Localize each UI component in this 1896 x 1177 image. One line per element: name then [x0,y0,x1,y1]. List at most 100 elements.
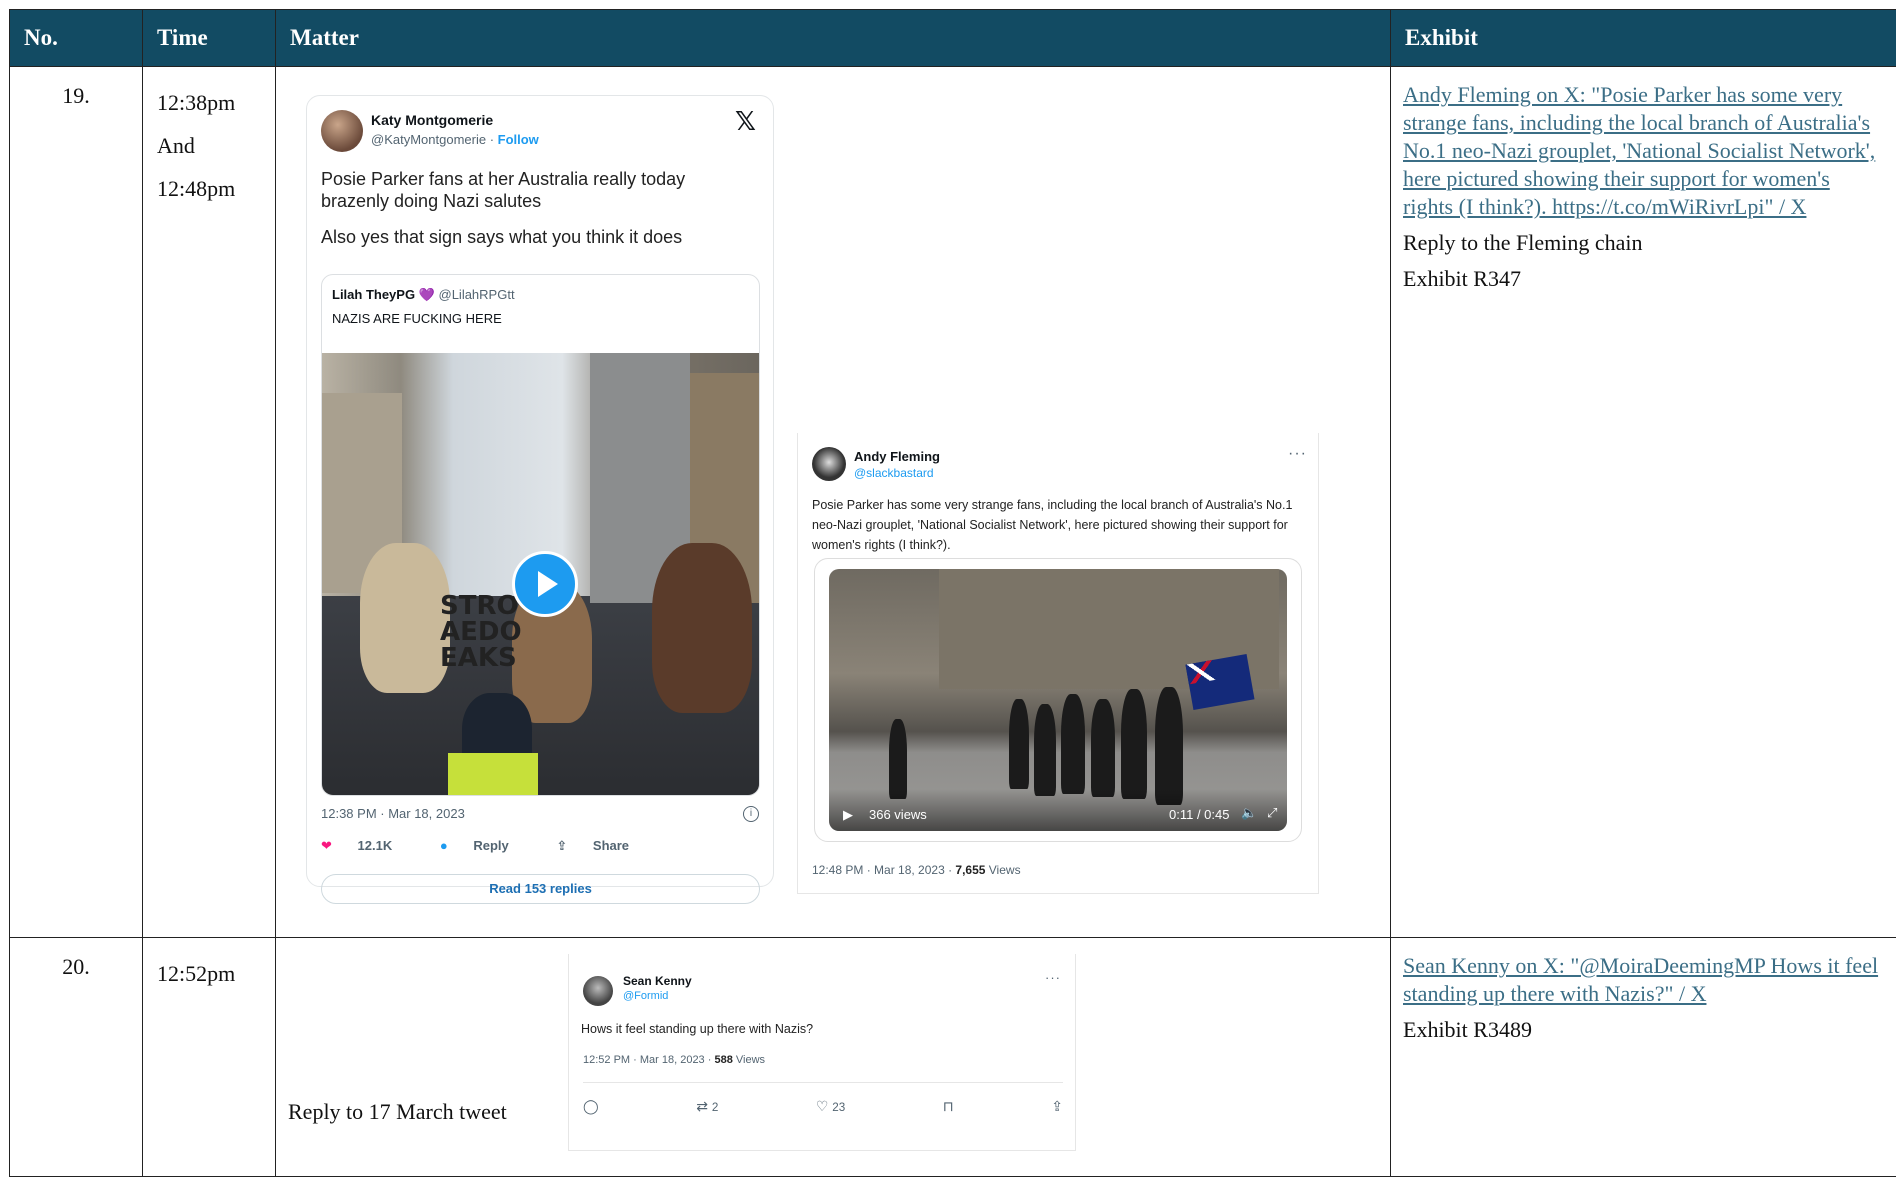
tweet-card-montgomerie: Katy Montgomerie @KatyMontgomerie · Foll… [306,95,774,887]
figure [1009,699,1029,789]
time-line: 12:48pm [157,167,261,210]
quoted-author-handle: @LilahRPGtt [439,287,515,302]
reply-label: Reply [473,838,508,853]
like-count: 23 [832,1101,845,1114]
tweet-author-name: Andy Fleming [854,449,940,464]
view-count: 7,655 [955,863,985,877]
exhibit-id: Exhibit R3489 [1403,1016,1884,1044]
like-count: 12.1K [358,838,393,853]
tweet-card-fleming: Andy Fleming @slackbastard ··· Posie Par… [797,433,1319,894]
divider [583,1082,1063,1083]
avatar [812,447,846,481]
figure [1091,699,1115,797]
row-exhibit: Andy Fleming on X: "Posie Parker has som… [1391,67,1896,938]
time-line: And [157,124,261,167]
header-exhibit: Exhibit [1391,10,1896,67]
header-no: No. [10,10,143,67]
table-row: 20. 12:52pm Reply to 17 March tweet Sean… [10,938,1896,1177]
header-time: Time [143,10,276,67]
figure [889,719,907,799]
bookmark-icon[interactable]: ⊓ [943,1098,954,1115]
tweet-author-name: Sean Kenny [623,974,692,988]
time-line: 12:38pm [157,81,261,124]
quoted-author: Lilah TheyPG 💜 @LilahRPGtt [332,287,515,303]
retweet-icon: ⇄ [696,1098,708,1114]
exhibit-id: Exhibit R347 [1403,265,1884,293]
protest-sign: STRO AEDO EAKS [440,593,522,671]
tweet-actions: ❤ 12.1K ● Reply ⇪ Share [321,838,673,854]
figure [1034,704,1056,796]
row-matter: Katy Montgomerie @KatyMontgomerie · Foll… [276,67,1391,938]
like-action[interactable]: ❤ 12.1K [321,838,414,853]
tweet-author-handle: @slackbastard [854,466,934,480]
reply-action[interactable]: ● Reply [440,838,531,853]
follow-link[interactable]: Follow [498,132,539,147]
hi-vis-vest [448,753,538,795]
tweet-timestamp-line: 12:52 PM · Mar 18, 2023 · 588 Views [583,1054,765,1066]
more-dots-icon[interactable]: ··· [1045,970,1061,985]
video-time: 0:11 / 0:45 [1169,807,1229,822]
info-icon[interactable]: i [743,806,759,822]
tweet-actions: ◯ ⇄ 2 ♡ 23 ⊓ ⇪ [583,1098,1063,1115]
retweet-action[interactable]: ⇄ 2 [696,1098,718,1115]
share-icon[interactable]: ⇪ [1051,1098,1063,1115]
australian-flag [1185,654,1254,710]
tweet-author-handle-line: @KatyMontgomerie · Follow [371,132,539,147]
reply-bubble-icon[interactable]: ◯ [583,1098,599,1115]
video-views: 366 views [869,807,927,822]
row-time: 12:52pm [143,938,276,1177]
video-controls: ▶ 366 views 0:11 / 0:45 🔈 ⤢ [829,789,1287,831]
quoted-text: NAZIS ARE FUCKING HERE [332,311,502,326]
exhibit-link[interactable]: Andy Fleming on X: "Posie Parker has som… [1403,81,1884,221]
tweet-author-name: Katy Montgomerie [371,112,493,128]
row-number: 19. [10,67,143,938]
tweet-text-line: Also yes that sign says what you think i… [321,226,682,249]
figure [1155,687,1183,805]
heart-icon: ❤ [321,838,332,853]
video-frame: ▶ 366 views 0:11 / 0:45 🔈 ⤢ [829,569,1287,831]
play-icon[interactable]: ▶ [843,807,853,823]
x-logo-icon[interactable]: 𝕏 [735,106,756,137]
table-row: 19. 12:38pm And 12:48pm Katy Montgomerie… [10,67,1896,938]
row-time: 12:38pm And 12:48pm [143,67,276,938]
tweet-timestamp: 12:48 PM · Mar 18, 2023 · [812,863,955,877]
heart-icon: ♡ [816,1098,829,1114]
like-action[interactable]: ♡ 23 [816,1098,845,1115]
horse [652,543,752,713]
tweet-timestamp: 12:52 PM · Mar 18, 2023 · [583,1054,714,1066]
row-matter: Reply to 17 March tweet Sean Kenny @Form… [276,938,1391,1177]
fullscreen-icon[interactable]: ⤢ [1267,805,1277,821]
quoted-author-name: Lilah TheyPG 💜 [332,287,435,302]
read-replies-button[interactable]: Read 153 replies [321,874,760,904]
header-matter: Matter [276,10,1391,67]
figure [1061,694,1085,794]
reply-bubble-icon: ● [440,838,448,853]
row-number: 20. [10,938,143,1177]
exhibit-note: Reply to the Fleming chain [1403,229,1884,257]
tweet-text: Posie Parker has some very strange fans,… [812,495,1302,555]
time-line: 12:52pm [157,952,261,995]
tweet-text: Hows it feel standing up there with Nazi… [581,1022,813,1036]
more-dots-icon[interactable]: ··· [1288,445,1307,463]
tweet-author-handle: @KatyMontgomerie [371,132,486,147]
quoted-tweet[interactable]: Lilah TheyPG 💜 @LilahRPGtt NAZIS ARE FUC… [321,274,760,796]
horse [360,543,450,693]
avatar [321,110,363,152]
row-exhibit: Sean Kenny on X: "@MoiraDeemingMP Hows i… [1391,938,1896,1177]
share-icon: ⇪ [556,838,567,853]
tweet-author-handle: @Formid [623,990,668,1002]
view-count: 588 [714,1054,732,1066]
share-label: Share [593,838,629,853]
play-icon[interactable] [512,551,578,617]
video-player[interactable]: ▶ 366 views 0:11 / 0:45 🔈 ⤢ [814,558,1302,842]
video-thumbnail[interactable]: STRO AEDO EAKS [322,353,759,795]
table-header-row: No. Time Matter Exhibit [10,10,1896,67]
volume-icon[interactable]: 🔈 [1241,805,1257,821]
tweet-timestamp: 12:38 PM · Mar 18, 2023 [321,806,465,821]
evidence-table: No. Time Matter Exhibit 19. 12:38pm And … [9,9,1896,1177]
share-action[interactable]: ⇪ Share [556,838,651,853]
tweet-card-kenny: Sean Kenny @Formid ··· Hows it feel stan… [568,954,1076,1151]
retweet-count: 2 [712,1101,718,1114]
views-label: Views [733,1054,765,1066]
exhibit-link[interactable]: Sean Kenny on X: "@MoiraDeemingMP Hows i… [1403,952,1884,1008]
